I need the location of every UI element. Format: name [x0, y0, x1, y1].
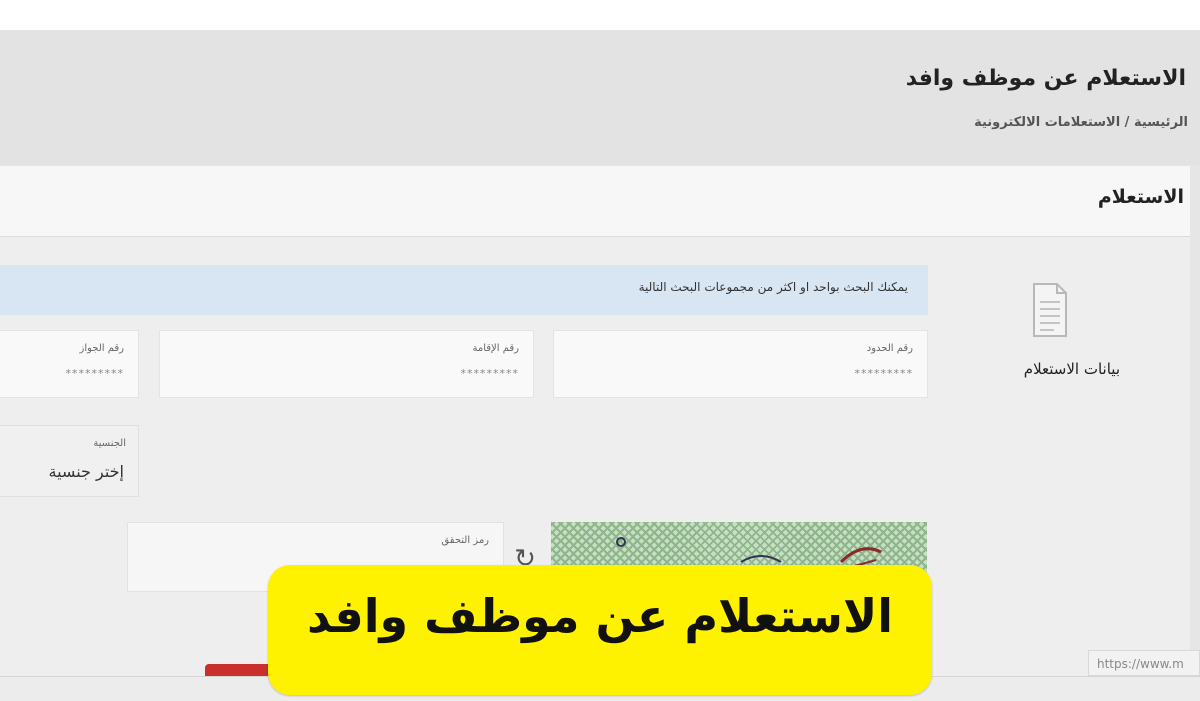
iqama-number-input[interactable]: ********* [461, 367, 520, 380]
side-tab-label: بيانات الاستعلام [1023, 360, 1120, 378]
passport-number-input[interactable]: ********* [66, 367, 125, 380]
captcha-label: رمز التحقق [441, 535, 489, 546]
nationality-label: الجنسية [93, 438, 126, 449]
passport-number-field[interactable]: رقم الجواز ********* [0, 330, 139, 398]
border-number-label: رقم الحدود [866, 343, 913, 354]
breadcrumb[interactable]: الرئيسية / الاستعلامات الالكترونية [974, 115, 1188, 130]
iqama-number-field[interactable]: رقم الإقامة ********* [159, 330, 534, 398]
border-number-field[interactable]: رقم الحدود ********* [553, 330, 928, 398]
nationality-select[interactable]: الجنسية إختر جنسية [0, 425, 139, 497]
caption-text: الاستعلام عن موظف وافد [307, 589, 893, 643]
border-number-input[interactable]: ********* [855, 367, 914, 380]
caption-banner: الاستعلام عن موظف وافد [268, 565, 932, 695]
top-strip [0, 0, 1200, 30]
side-tab-inquiry-data[interactable]: بيانات الاستعلام [960, 270, 1150, 390]
info-alert: يمكنك البحث بواحد او اكثر من مجموعات الب… [0, 265, 928, 315]
panel-header: الاستعلام [0, 166, 1190, 237]
page-header: الاستعلام عن موظف وافد الرئيسية / الاستع… [0, 30, 1200, 165]
url-tooltip: https://www.m [1088, 650, 1200, 676]
nationality-value[interactable]: إختر جنسية [49, 462, 124, 481]
iqama-number-label: رقم الإقامة [472, 343, 519, 354]
page-title: الاستعلام عن موظف وافد [905, 66, 1186, 91]
document-icon [1033, 283, 1067, 337]
info-text: يمكنك البحث بواحد او اكثر من مجموعات الب… [638, 280, 908, 294]
passport-number-label: رقم الجواز [79, 343, 125, 354]
panel-title: الاستعلام [1097, 186, 1184, 208]
